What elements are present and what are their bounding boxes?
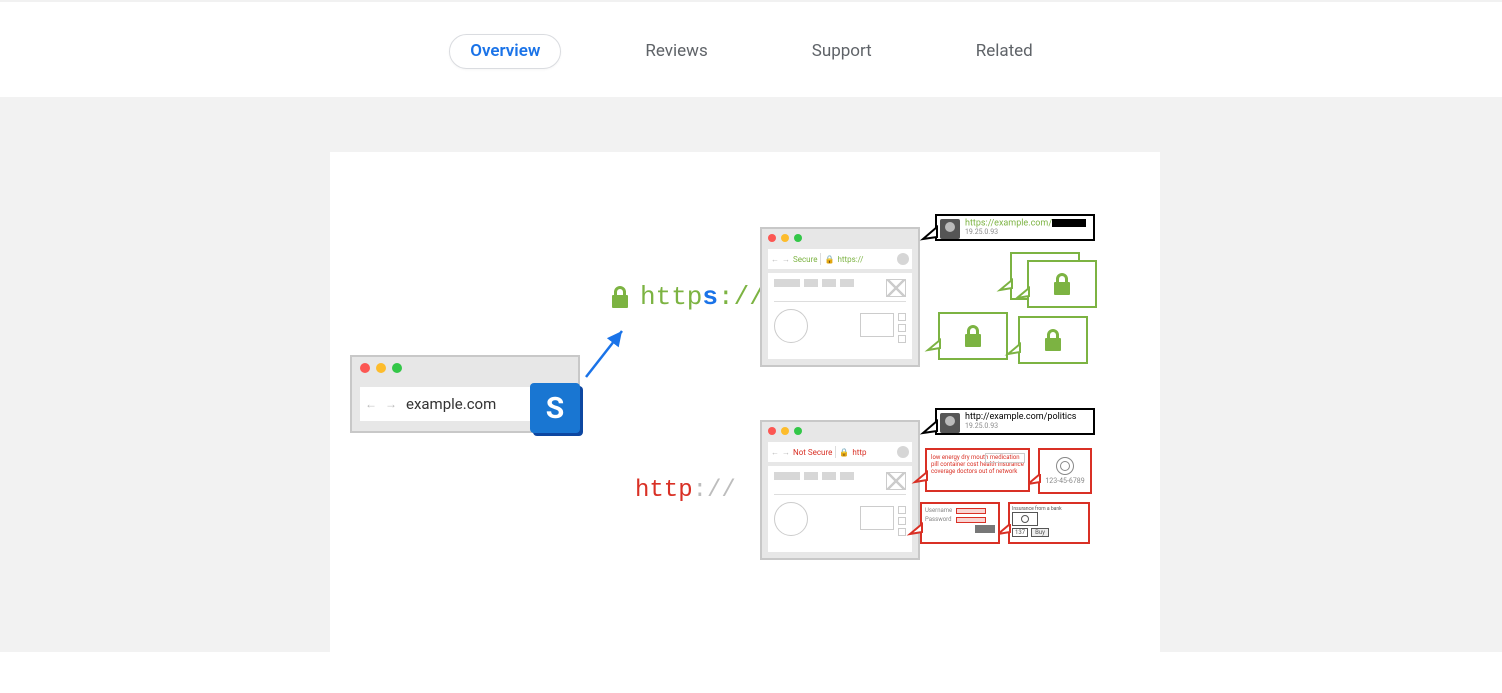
back-arrow-icon: ← (771, 448, 779, 457)
zoom-dot-icon (794, 234, 802, 242)
leak-search-callout: low energy dry mouth medication pill con… (925, 448, 1030, 492)
http-label: http:// (635, 477, 736, 504)
minimize-dot-icon (781, 427, 789, 435)
secure-callout (938, 312, 1008, 360)
tabs-row: Overview Reviews Support Related (0, 2, 1502, 97)
thumb-image-icon (886, 472, 906, 490)
minimize-dot-icon (376, 363, 386, 373)
back-arrow-icon: ← (771, 255, 779, 264)
callout-url: https://example.com/ (965, 218, 1052, 228)
tab-overview[interactable]: Overview (449, 34, 561, 69)
insecure-address-bar: ← → Not Secure 🔒 http (768, 442, 912, 462)
zoom-dot-icon (794, 427, 802, 435)
tab-knob-icon (897, 253, 909, 265)
insecure-browser-window: ← → Not Secure 🔒 http (760, 420, 920, 560)
callout-ip: 19.25.0.93 (965, 229, 1087, 237)
password-label: Password (925, 516, 952, 523)
https-label: https:// (610, 282, 765, 312)
tiny-https-text: https:// (837, 255, 863, 264)
tab-support[interactable]: Support (792, 35, 892, 68)
arrow-to-https-icon (586, 327, 626, 377)
callout-ip: 19.25.0.93 (965, 423, 1087, 431)
secure-callout (1018, 316, 1088, 364)
lock-icon (610, 285, 630, 309)
extension-s-badge-icon: S (530, 383, 580, 433)
secure-browser-window: ← → Secure 🔒 https:// (760, 227, 920, 367)
payment-amount: 137 (1012, 528, 1028, 537)
thumb-circle-icon (774, 309, 808, 343)
tab-knob-icon (897, 446, 909, 458)
lock-open-icon: 🔒 (839, 448, 849, 457)
not-secure-text: Not Secure (793, 448, 832, 457)
thumb-circle-icon (774, 502, 808, 536)
search-box-icon (985, 453, 1025, 463)
username-label: Username (925, 507, 952, 514)
leak-payment-callout: Insurance from a bank 137 Buy (1008, 502, 1090, 544)
insecure-url-callout: http://example.com/politics 19.25.0.93 (935, 408, 1095, 435)
https-prefix: http (640, 282, 702, 312)
divider (835, 446, 836, 458)
forward-arrow-icon: → (782, 255, 790, 264)
username-field-icon (956, 508, 986, 514)
fingerprint-icon (1056, 457, 1074, 475)
thumb-box-icon (860, 506, 894, 530)
lock-icon (1029, 262, 1095, 306)
close-dot-icon (768, 234, 776, 242)
page-thumbnail (768, 466, 912, 552)
divider (820, 253, 821, 265)
forward-arrow-icon: → (782, 448, 790, 457)
lock-icon (940, 314, 1006, 358)
login-button-icon (975, 525, 995, 533)
minimize-dot-icon (781, 234, 789, 242)
https-suffix: :// (718, 282, 765, 312)
http-prefix: http (635, 477, 693, 504)
ssn-text: 123-45-6789 (1045, 477, 1084, 485)
zoom-dot-icon (392, 363, 402, 373)
close-dot-icon (768, 427, 776, 435)
content-area: ← → example.com S https:// http:// (0, 97, 1502, 652)
traffic-lights (360, 363, 402, 373)
https-s: s (702, 282, 718, 312)
leak-login-callout: Username Password (920, 502, 1000, 544)
screenshot-canvas: ← → example.com S https:// http:// (330, 152, 1160, 652)
secure-url-callout: https://example.com/ 19.25.0.93 (935, 214, 1095, 241)
close-dot-icon (360, 363, 370, 373)
leak-fingerprint-callout: 123-45-6789 (1038, 448, 1092, 494)
secure-text: Secure (793, 255, 817, 264)
secure-callout (1027, 260, 1097, 308)
avatar-icon (940, 219, 960, 239)
buy-button-icon: Buy (1031, 528, 1049, 537)
traffic-lights (768, 234, 802, 242)
avatar-icon (940, 413, 960, 433)
lock-icon (1020, 318, 1086, 362)
lock-icon: 🔒 (824, 255, 834, 264)
traffic-lights (768, 427, 802, 435)
callout-url: http://example.com/politics (965, 412, 1076, 422)
thumb-image-icon (886, 279, 906, 297)
tiny-http-text: http (852, 448, 866, 457)
banknote-icon (1012, 512, 1038, 526)
redacted-icon (1052, 219, 1086, 227)
tab-related[interactable]: Related (956, 35, 1053, 68)
tab-reviews[interactable]: Reviews (625, 35, 727, 68)
password-field-icon (956, 517, 986, 523)
secure-address-bar: ← → Secure 🔒 https:// (768, 249, 912, 269)
thumb-box-icon (860, 313, 894, 337)
back-arrow-icon: ← (364, 397, 378, 411)
forward-arrow-icon: → (384, 397, 398, 411)
http-suffix: :// (693, 477, 736, 504)
page-thumbnail (768, 273, 912, 359)
source-browser-window: ← → example.com S (350, 355, 580, 433)
